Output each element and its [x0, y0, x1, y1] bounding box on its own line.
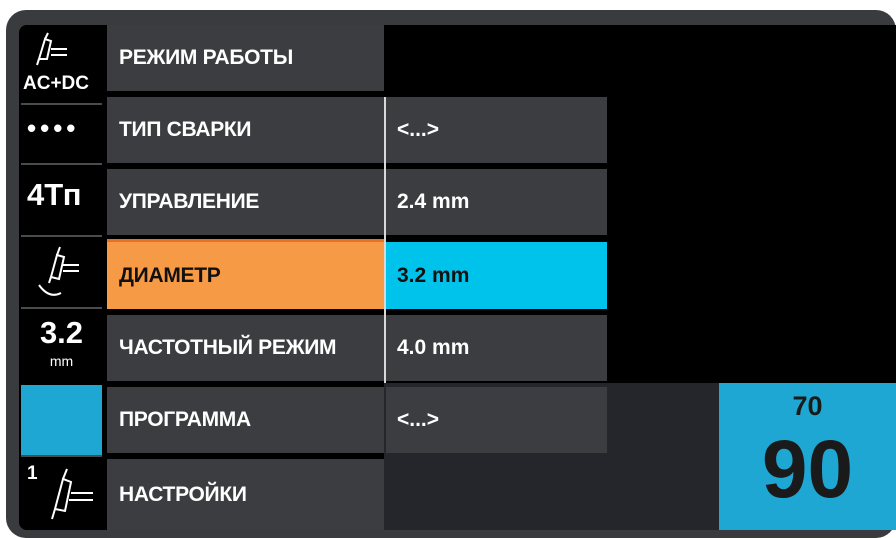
submenu-option-label: <...>: [397, 118, 440, 141]
menu-item-frequency-mode[interactable]: ЧАСТОТНЫЙ РЕЖИМ: [107, 315, 384, 381]
cycle-label: 4Тп: [27, 177, 82, 212]
divider: [21, 163, 102, 165]
divider: [21, 455, 102, 457]
submenu-option[interactable]: 4.0 mm: [386, 315, 607, 381]
menu-item-operating-mode[interactable]: РЕЖИМ РАБОТЫ: [107, 25, 384, 91]
submenu-option-label: <...>: [397, 408, 440, 431]
cycle-indicator[interactable]: 4Тп: [21, 167, 102, 235]
menu-item-settings[interactable]: НАСТРОЙКИ: [107, 459, 384, 530]
current-readout[interactable]: 70 90: [719, 383, 896, 530]
submenu-option-selected[interactable]: 3.2 mm: [386, 242, 607, 309]
submenu-option-label: 3.2 mm: [397, 263, 470, 287]
submenu-option-label: 2.4 mm: [397, 190, 470, 213]
menu-item-label: ТИП СВАРКИ: [119, 118, 252, 141]
status-sidebar: AC+DC •••• 4Тп 3.2 mm 1: [19, 25, 102, 530]
sequence-indicator[interactable]: ••••: [21, 107, 102, 165]
menu-item-control[interactable]: УПРАВЛЕНИЕ: [107, 169, 384, 235]
menu-item-label: ЧАСТОТНЫЙ РЕЖИМ: [119, 336, 337, 359]
torch-number: 1: [27, 463, 38, 484]
divider: [21, 103, 102, 105]
menu-item-label: НАСТРОЙКИ: [119, 482, 247, 506]
menu-item-welding-type[interactable]: ТИП СВАРКИ: [107, 97, 384, 163]
sequence-dots: ••••: [27, 113, 80, 143]
menu-item-label: РЕЖИМ РАБОТЫ: [119, 46, 293, 69]
display-screen: AC+DC •••• 4Тп 3.2 mm 1 РЕЖИМ РАБОТЫ ТИП…: [19, 25, 896, 530]
submenu-option[interactable]: <...>: [386, 387, 607, 453]
submenu-option[interactable]: 2.4 mm: [386, 169, 607, 235]
readout-small-value: 70: [792, 391, 823, 421]
submenu-option[interactable]: <...>: [386, 97, 607, 163]
divider: [21, 307, 102, 309]
mode-label: AC+DC: [23, 73, 89, 94]
torch-program-indicator[interactable]: 1: [21, 459, 102, 530]
process-mode-indicator[interactable]: AC+DC: [21, 25, 102, 101]
arc-torch-icon: [38, 246, 79, 296]
menu-item-label: ПРОГРАММА: [119, 408, 251, 431]
menu-item-diameter[interactable]: ДИАМЕТР: [107, 239, 384, 309]
menu-item-label: ДИАМЕТР: [119, 263, 221, 287]
torch-icon: [36, 32, 67, 66]
torch-icon: [51, 468, 93, 520]
submenu-option-label: 4.0 mm: [397, 336, 470, 359]
menu-item-program[interactable]: ПРОГРАММА: [107, 387, 384, 453]
arc-torch-indicator[interactable]: [21, 239, 102, 307]
selection-highlight: [21, 385, 102, 455]
menu-item-label: УПРАВЛЕНИЕ: [119, 190, 260, 213]
diameter-value: 3.2: [39, 315, 84, 350]
main-menu: РЕЖИМ РАБОТЫ ТИП СВАРКИ УПРАВЛЕНИЕ ДИАМЕ…: [107, 25, 384, 530]
diameter-indicator[interactable]: 3.2 mm: [21, 311, 102, 381]
diameter-unit: mm: [49, 353, 74, 369]
divider: [21, 235, 102, 237]
readout-large-value: 90: [761, 424, 854, 515]
